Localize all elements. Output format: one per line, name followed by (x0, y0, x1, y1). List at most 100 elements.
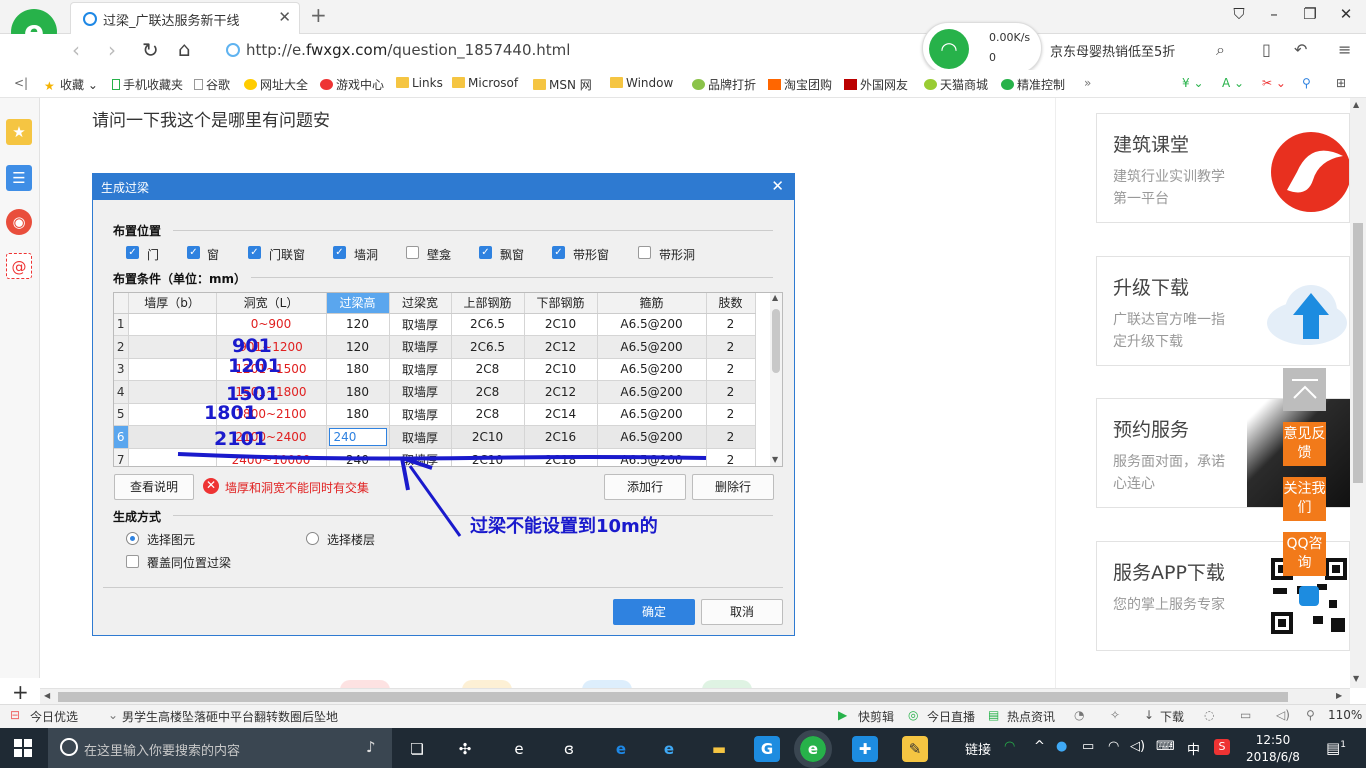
feedback-button[interactable]: 意见反馈 (1283, 422, 1326, 466)
mail-icon[interactable]: @ (6, 253, 32, 279)
column-header[interactable]: 过梁宽 (389, 293, 452, 314)
scroll-down-icon[interactable]: ▼ (1353, 674, 1359, 683)
notification-icon[interactable]: ▤1 (1326, 739, 1346, 757)
scroll-up-icon[interactable]: ▲ (1353, 100, 1359, 109)
network-tray-icon[interactable]: ◠ (1108, 739, 1119, 754)
news-ticker[interactable]: 京东母婴热销低至5折 (1050, 41, 1175, 60)
cell-height[interactable]: 120 (326, 313, 390, 336)
ie-icon[interactable]: e (656, 736, 682, 762)
cell-legs[interactable]: 2 (706, 335, 756, 359)
new-tab-icon[interactable]: + (310, 3, 327, 27)
speed-icon[interactable]: ◔ (1074, 708, 1084, 722)
cell-width[interactable]: 取墙厚 (389, 313, 452, 336)
restore-icon[interactable]: ❐ (1298, 5, 1322, 23)
column-header[interactable]: 过梁高 (326, 293, 390, 314)
home-icon[interactable]: ⌂ (178, 37, 191, 61)
sidebar-toggle-icon[interactable]: <| (14, 76, 28, 90)
scroll-thumb[interactable] (772, 309, 780, 373)
search-icon[interactable]: ⌕ (1216, 40, 1225, 60)
links-label[interactable]: 链接 (965, 739, 991, 758)
cell-bottom-rebar[interactable]: 2C10 (524, 358, 598, 381)
cell-wall[interactable] (128, 403, 217, 426)
table-row[interactable]: 1 0~900 120 取墙厚 2C6.5 2C10 A6.5@200 2 (114, 313, 756, 336)
cell-stirrup[interactable]: A6.5@200 (597, 403, 707, 426)
horizontal-scrollbar[interactable]: ◀ ▶ (40, 688, 1350, 704)
bookmark-games[interactable]: 游戏中心 (320, 76, 384, 93)
cell-width[interactable]: 取墙厚 (389, 335, 452, 359)
reload-icon[interactable]: ↻ (142, 38, 159, 62)
speaker-tray-icon[interactable]: ◁) (1130, 739, 1145, 754)
volume-icon[interactable]: ◁) (1276, 708, 1290, 722)
cell-legs[interactable]: 2 (706, 313, 756, 336)
minimize-icon[interactable]: – (1262, 5, 1286, 23)
table-row[interactable]: 2 901~1200 120 取墙厚 2C6.5 2C12 A6.5@200 2 (114, 335, 756, 359)
row-number[interactable]: 1 (114, 313, 129, 336)
undo-icon[interactable]: ↶ (1294, 40, 1307, 59)
bookmark-links[interactable]: Links (396, 76, 443, 90)
cell-stirrup[interactable]: A6.5@200 (597, 380, 707, 404)
bookmark-taobao[interactable]: 淘宝团购 (768, 76, 832, 93)
cell-width[interactable]: 取墙厚 (389, 403, 452, 426)
column-header[interactable]: 下部钢筋 (524, 293, 598, 314)
keyboard-tray-icon[interactable]: ⌨ (1156, 739, 1175, 754)
column-header[interactable]: 上部钢筋 (451, 293, 525, 314)
network-widget[interactable]: ◠ 0.00K/s 0 (922, 22, 1042, 74)
row-number[interactable]: 4 (114, 380, 129, 404)
bookmark-mobile[interactable]: 手机收藏夹 (112, 76, 183, 93)
cell-height[interactable]: 120 (326, 335, 390, 359)
translate-icon[interactable]: A ⌄ (1222, 76, 1244, 90)
dialog-title-bar[interactable]: 生成过梁 ✕ (93, 174, 794, 200)
cell-bottom-rebar[interactable]: 2C14 (524, 403, 598, 426)
cell-legs[interactable]: 2 (706, 358, 756, 381)
row-number[interactable]: 5 (114, 403, 129, 426)
chat-tray-icon[interactable]: ● (1056, 739, 1067, 754)
cell-height[interactable]: 180 (326, 380, 390, 404)
close-tab-icon[interactable]: ✕ (278, 8, 291, 26)
cell-height[interactable]: 180 (326, 403, 390, 426)
taskbar-search[interactable]: 在这里输入你要搜索的内容 ♪ (48, 728, 392, 768)
cell-legs[interactable]: 2 (706, 380, 756, 404)
cell-legs[interactable]: 2 (706, 403, 756, 426)
mobile-icon[interactable]: ▯ (1262, 40, 1271, 59)
active-browser-icon[interactable]: e (794, 730, 832, 768)
live-link[interactable]: 今日直播 (927, 708, 975, 725)
today-picks-link[interactable]: 今日优选 (30, 708, 78, 725)
table-row[interactable]: 3 1201~1500 180 取墙厚 2C8 2C10 A6.5@200 2 (114, 358, 756, 381)
bookmark-favorites[interactable]: ★ 收藏 ⌄ (44, 76, 98, 93)
grid-icon[interactable]: ⊞ (1336, 76, 1346, 90)
bookmark-brand[interactable]: 品牌打折 (692, 76, 756, 93)
checkbox-strip-window[interactable]: ✓ (552, 246, 565, 259)
edge-icon[interactable]: e (608, 736, 634, 762)
forward-icon[interactable]: › (108, 38, 116, 62)
checkbox-window[interactable]: ✓ (187, 246, 200, 259)
hot-news-link[interactable]: 热点资讯 (1007, 708, 1055, 725)
tools-icon[interactable]: ✧ (1110, 708, 1120, 722)
plus-app-icon[interactable]: ✚ (852, 736, 878, 762)
file-explorer-icon[interactable]: ▬ (706, 736, 732, 762)
radio-select-element[interactable] (126, 532, 139, 545)
cell-stirrup[interactable]: A6.5@200 (597, 335, 707, 359)
cell-wall[interactable] (128, 380, 217, 404)
row-number[interactable]: 2 (114, 335, 129, 359)
shirt-icon[interactable]: ⛉ (1227, 5, 1251, 23)
window-icon[interactable]: ▭ (1240, 708, 1251, 722)
bookmark-msn[interactable]: MSN 网 (533, 76, 592, 93)
bookmark-foreign[interactable]: 外国网友 (844, 76, 908, 93)
bookmark-tmall[interactable]: 天猫商城 (924, 76, 988, 93)
cell-top-rebar[interactable]: 2C6.5 (451, 335, 525, 359)
cell-width[interactable]: 取墙厚 (389, 358, 452, 381)
page-scrollbar[interactable]: ▲ ▼ (1350, 98, 1366, 688)
bookmark-windows[interactable]: Window (610, 76, 673, 90)
yen-icon[interactable]: ¥ ⌄ (1182, 76, 1204, 90)
swirl-app-icon[interactable]: ɞ (556, 736, 582, 762)
browser-tab[interactable]: 过梁_广联达服务新干线 ✕ (70, 2, 300, 34)
cell-width[interactable]: 取墙厚 (389, 380, 452, 404)
menu-icon[interactable]: ≡ (1338, 40, 1351, 59)
battery-tray-icon[interactable]: ▭ (1082, 739, 1094, 754)
bookmark-precise[interactable]: 精准控制 (1001, 76, 1065, 93)
magnifier-icon[interactable]: ⚲ (1302, 76, 1311, 90)
table-row[interactable]: 4 1501~1800 180 取墙厚 2C8 2C12 A6.5@200 2 (114, 380, 756, 404)
scissors-icon[interactable]: ✂ ⌄ (1262, 76, 1286, 90)
glodon-app-icon[interactable]: G (754, 736, 780, 762)
download-link[interactable]: 下载 (1160, 708, 1184, 725)
